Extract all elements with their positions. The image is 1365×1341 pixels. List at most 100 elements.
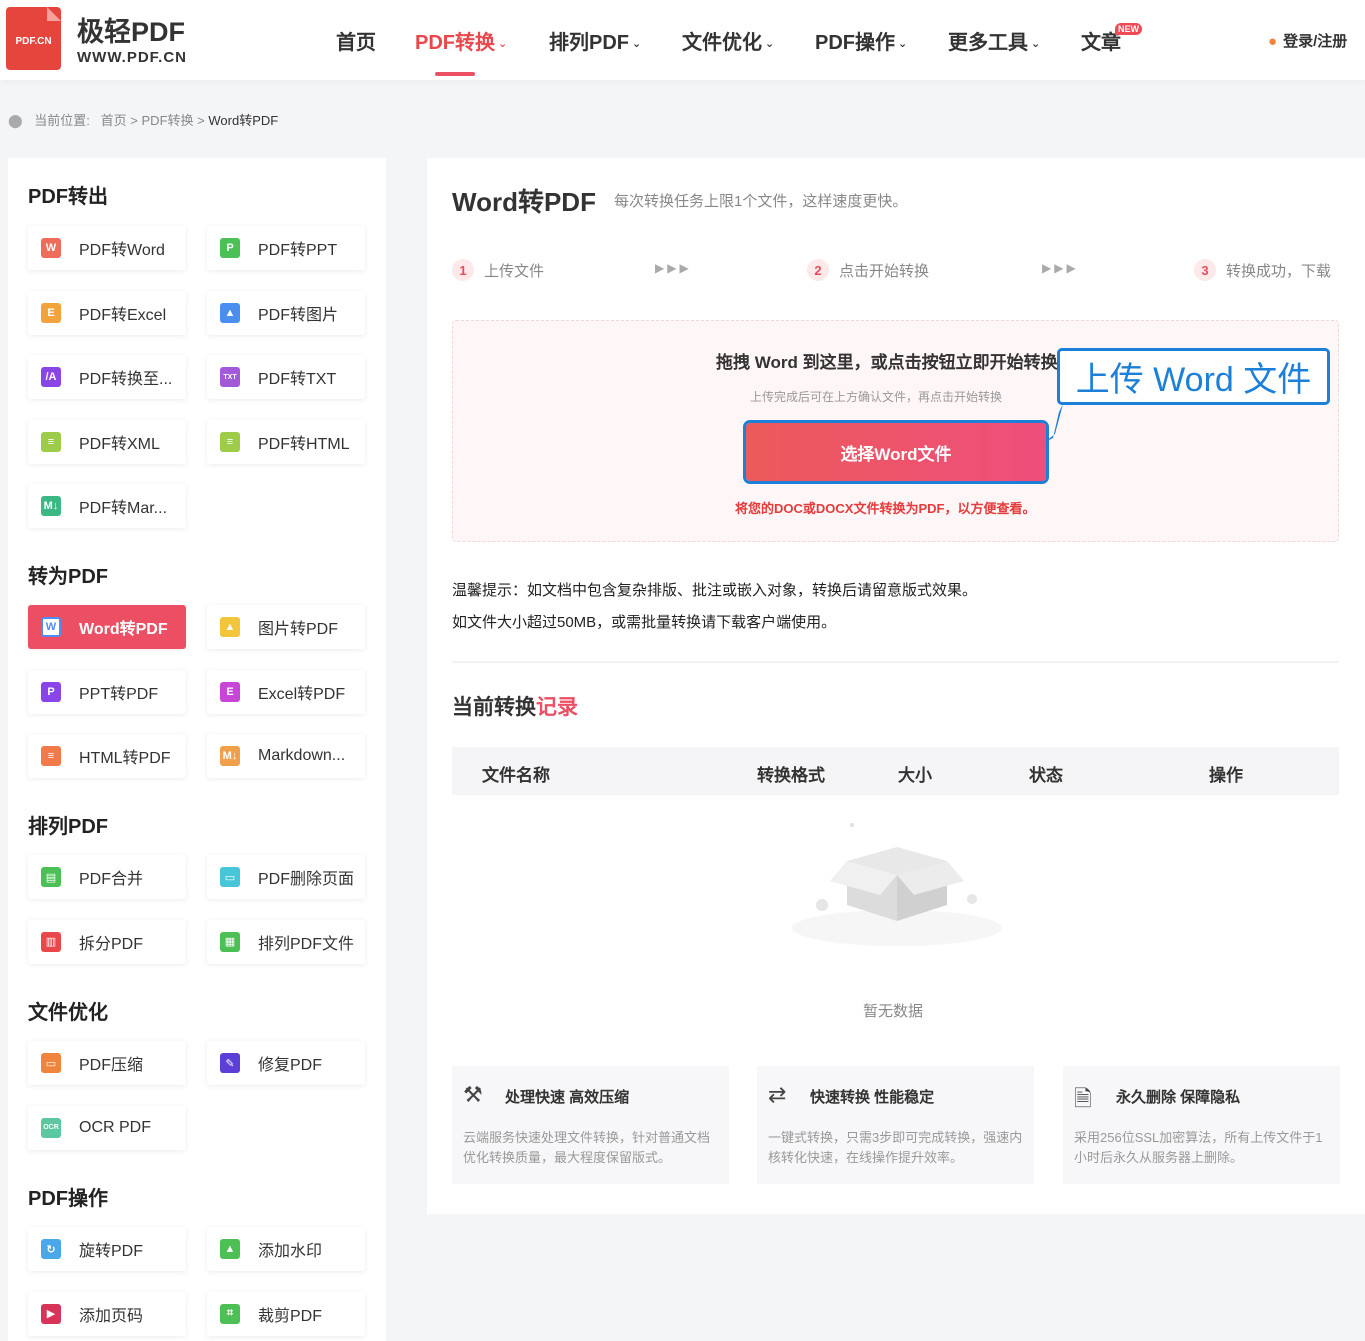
crop-icon: ⌗ xyxy=(220,1303,240,1324)
step-arrows: ▶▶▶ xyxy=(1042,261,1079,275)
sidebar-tool-label: Word转PDF xyxy=(79,621,168,638)
convert-icon: /A xyxy=(41,367,61,387)
breadcrumb-current: Word转PDF xyxy=(208,113,279,128)
upload-callout: 上传 Word 文件 xyxy=(1057,348,1330,405)
sidebar-tool-label: PDF转Mar... xyxy=(79,500,168,517)
image-icon: ▲ xyxy=(220,302,240,323)
column-header: 操作 xyxy=(1209,766,1243,785)
new-badge: NEW xyxy=(1115,23,1142,35)
sidebar-tool-item[interactable]: ↻ 旋转PDF xyxy=(28,1227,186,1271)
sidebar-tool-item[interactable]: OCR OCR PDF xyxy=(28,1105,186,1150)
sidebar-tool-item[interactable]: ▶ 添加页码 xyxy=(28,1291,186,1336)
nav-item[interactable]: PDF转换 ⌄ xyxy=(415,26,507,55)
sidebar-tool-item[interactable]: E PDF转Excel xyxy=(28,290,186,335)
sidebar-tool-item[interactable]: ▤ PDF合并 xyxy=(28,855,186,899)
brand-name[interactable]: 极轻PDF xyxy=(77,10,185,49)
nav-item-label: PDF转换 xyxy=(415,32,495,54)
sidebar-tool-item[interactable]: ≡ PDF转XML xyxy=(28,419,186,464)
sidebar-tool-item[interactable]: M↓ PDF转Mar... xyxy=(28,484,186,528)
sidebar-tool-item[interactable]: ▭ PDF删除页面 xyxy=(207,855,365,899)
upload-subtitle: 上传完成后可在上方确认文件，再点击开始转换 xyxy=(750,390,1003,404)
column-header: 状态 xyxy=(1029,766,1063,785)
nav-item-label: 首页 xyxy=(336,32,376,54)
empty-box-icon xyxy=(792,823,1002,946)
sidebar-tool-item[interactable]: W Word转PDF xyxy=(28,605,186,649)
select-word-file-button[interactable]: 选择Word文件 xyxy=(743,420,1049,484)
sidebar-tool-label: PDF删除页面 xyxy=(258,871,355,888)
tip-line: 温馨提示：如文档中包含复杂排版、批注或嵌入对象，转换后请留意版式效果。 xyxy=(452,582,978,599)
records-title-highlight: 记录 xyxy=(536,696,578,719)
sidebar-section-title: 排列PDF xyxy=(28,816,108,838)
logo-icon[interactable]: PDF.CN xyxy=(6,7,61,70)
page-number-icon: ▶ xyxy=(41,1303,61,1324)
sidebar-tool-item[interactable]: M↓ Markdown... xyxy=(207,734,365,778)
image-icon: ▲ xyxy=(220,617,240,637)
sidebar-tool-item[interactable]: ▲ 添加水印 xyxy=(207,1227,365,1271)
nav-item[interactable]: 排列PDF ⌄ xyxy=(549,26,641,55)
feature-title: 永久删除 保障隐私 xyxy=(1116,1089,1241,1106)
step-label: 上传文件 xyxy=(484,262,545,280)
nav-item-label: 更多工具 xyxy=(948,32,1028,54)
xml-icon: ≡ xyxy=(41,431,61,452)
ocr-icon: OCR xyxy=(41,1117,61,1138)
sidebar-tool-item[interactable]: ⌗ 裁剪PDF xyxy=(207,1291,365,1336)
sidebar-section-title: 转为PDF xyxy=(28,566,108,588)
sidebar-tool-item[interactable]: TXT PDF转TXT xyxy=(207,355,365,399)
records-title: 当前转换记录 xyxy=(452,691,578,721)
records-table-header: 文件名称 转换格式 大小 状态 操作 xyxy=(452,747,1339,795)
upload-title: 拖拽 Word 到这里，或点击按钮立即开始转换 xyxy=(716,353,1058,372)
tool-sidebar: PDF转出 W PDF转Word P PDF转PPT E PDF转Excel ▲ PDF转图片 /… xyxy=(8,158,386,1341)
excel-icon: E xyxy=(41,302,61,323)
markdown-icon: M↓ xyxy=(41,496,61,516)
login-link[interactable]: ● 登录/注册 xyxy=(1268,30,1347,51)
nav-item[interactable]: 更多工具 ⌄ xyxy=(948,26,1040,55)
nav-item[interactable]: 文件优化 ⌄ xyxy=(682,26,774,55)
sidebar-tool-label: PDF转Word xyxy=(79,242,165,259)
sidebar-tool-item[interactable]: ▥ 拆分PDF xyxy=(28,919,186,964)
chevron-down-icon: ⌄ xyxy=(765,38,775,51)
column-header: 转换格式 xyxy=(757,766,825,785)
toolbox-icon: ⚒ xyxy=(463,1082,483,1107)
step-number: 2 xyxy=(807,259,829,281)
feature-desc: 一键式转换，只需3步即可完成转换，强速内核转化快速，在线操作提升效率。 xyxy=(768,1130,1023,1165)
nav-item[interactable]: PDF操作 ⌄ xyxy=(815,26,907,55)
sidebar-tool-item[interactable]: /A PDF转换至... xyxy=(28,355,186,399)
excel-icon: E xyxy=(220,681,240,702)
breadcrumb-home[interactable]: 首页 xyxy=(101,113,127,128)
delete-page-icon: ▭ xyxy=(220,867,240,887)
merge-icon: ▤ xyxy=(41,867,61,887)
nav-item[interactable]: 首页 xyxy=(336,26,376,55)
sidebar-tool-label: 添加水印 xyxy=(258,1243,323,1260)
sidebar-section-title: PDF操作 xyxy=(28,1188,108,1210)
step-arrows: ▶▶▶ xyxy=(655,261,692,275)
word-icon: W xyxy=(41,238,61,258)
sidebar-tool-item[interactable]: P PDF转PPT xyxy=(207,226,365,270)
column-header: 文件名称 xyxy=(482,766,550,785)
sidebar-tool-item[interactable]: ▭ PDF压缩 xyxy=(28,1041,186,1085)
upload-note: 将您的DOC或DOCX文件转换为PDF，以方便查看。 xyxy=(735,501,1036,516)
sidebar-tool-label: PDF压缩 xyxy=(79,1057,144,1074)
sidebar-tool-item[interactable]: ▲ 图片转PDF xyxy=(207,605,365,649)
nav-active-indicator xyxy=(435,72,475,76)
sync-icon: ⇄ xyxy=(768,1082,787,1107)
step-label: 转换成功，下载 xyxy=(1226,262,1332,280)
sidebar-tool-item[interactable]: ▲ PDF转图片 xyxy=(207,290,365,335)
sidebar-tool-label: 图片转PDF xyxy=(258,621,339,638)
location-pin-icon: ⬤ xyxy=(8,113,23,128)
sidebar-tool-item[interactable]: ≡ HTML转PDF xyxy=(28,734,186,778)
column-header: 大小 xyxy=(898,766,932,785)
brand-url: WWW.PDF.CN xyxy=(77,49,187,66)
sidebar-tool-item[interactable]: ✎ 修复PDF xyxy=(207,1041,365,1085)
sidebar-tool-item[interactable]: E Excel转PDF xyxy=(207,669,365,714)
step-convert: 2 点击开始转换 xyxy=(807,259,929,281)
sidebar-tool-item[interactable]: ▦ 排列PDF文件 xyxy=(207,919,365,964)
sidebar-tool-item[interactable]: W PDF转Word xyxy=(28,226,186,270)
sidebar-tool-item[interactable]: ≡ PDF转HTML xyxy=(207,419,365,464)
page-subtitle: 每次转换任务上限1个文件，这样速度更快。 xyxy=(614,193,908,210)
sidebar-tool-label: PDF转Excel xyxy=(79,306,167,324)
sidebar-tool-label: PDF转TXT xyxy=(258,371,337,388)
breadcrumb-section[interactable]: PDF转换 xyxy=(142,113,194,128)
sidebar-tool-item[interactable]: P PPT转PDF xyxy=(28,669,186,714)
sidebar-tool-label: Markdown... xyxy=(258,747,346,764)
nav-item-label: PDF操作 xyxy=(815,32,895,54)
